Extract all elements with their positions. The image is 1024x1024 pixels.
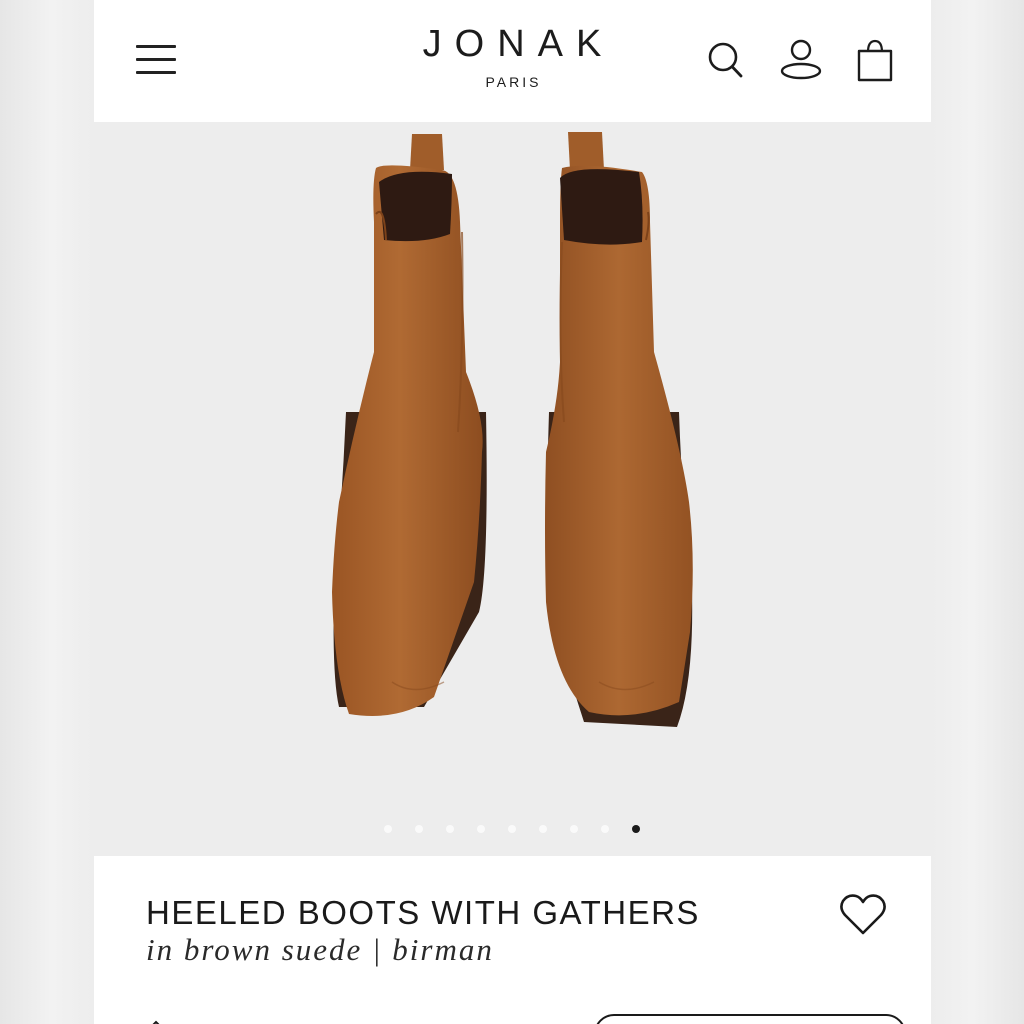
brand-logo[interactable]: JONAK PARIS: [362, 22, 662, 90]
carousel-dot[interactable]: [570, 825, 578, 833]
left-boot: [332, 134, 487, 716]
menu-line: [136, 58, 176, 61]
brand-name: JONAK: [422, 23, 615, 65]
heart-icon: [840, 894, 886, 935]
app-screen: JONAK PARIS HEELED BOOTS WITH GATHERS in…: [94, 0, 931, 1024]
carousel-dot[interactable]: [415, 825, 423, 833]
carousel-dot[interactable]: [508, 825, 516, 833]
search-button[interactable]: [704, 36, 750, 84]
account-button[interactable]: [777, 36, 823, 84]
right-boot: [545, 132, 693, 727]
cart-button[interactable]: [852, 36, 898, 84]
menu-line: [136, 71, 176, 74]
brand-tagline: PARIS: [485, 74, 542, 90]
product-image: [332, 132, 693, 727]
carousel-dot[interactable]: [446, 825, 454, 833]
back-arrow-icon[interactable]: [149, 1016, 163, 1024]
wishlist-button[interactable]: [838, 892, 888, 938]
search-icon: [708, 42, 743, 78]
product-title: HEELED BOOTS WITH GATHERS: [146, 894, 700, 931]
carousel-dot[interactable]: [601, 825, 609, 833]
hamburger-menu-icon[interactable]: [134, 42, 178, 76]
product-info: HEELED BOOTS WITH GATHERS in brown suede…: [94, 856, 931, 1024]
add-to-cart-button[interactable]: [594, 1014, 906, 1024]
carousel-dot-active[interactable]: [632, 825, 640, 833]
user-icon: [780, 39, 822, 80]
carousel-dot[interactable]: [477, 825, 485, 833]
carousel-dot[interactable]: [539, 825, 547, 833]
carousel-dot[interactable]: [384, 825, 392, 833]
site-header: JONAK PARIS: [94, 0, 931, 122]
shopping-bag-icon: [857, 39, 893, 82]
menu-line: [136, 45, 176, 48]
product-image-gallery[interactable]: [94, 122, 931, 856]
product-subtitle: in brown suede | birman: [146, 932, 494, 967]
chevron-icon: [152, 1020, 160, 1024]
